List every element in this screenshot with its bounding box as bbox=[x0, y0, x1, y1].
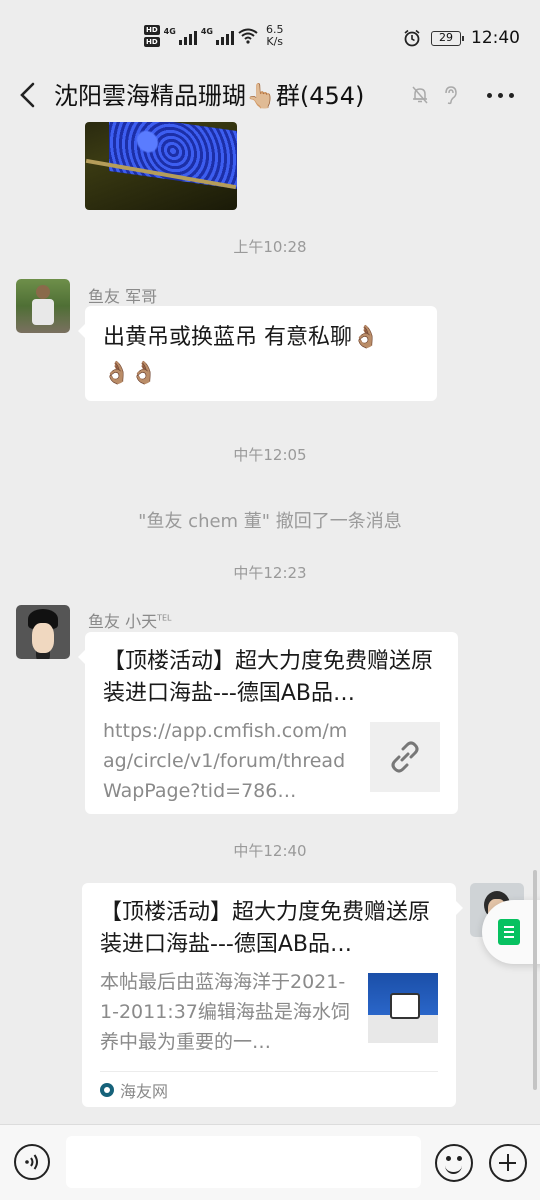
timestamp: 中午12:23 bbox=[233, 564, 307, 582]
hd-badge: HD bbox=[144, 37, 160, 47]
avatar[interactable] bbox=[16, 279, 70, 333]
avatar[interactable] bbox=[16, 605, 70, 659]
clock: 12:40 bbox=[471, 28, 520, 48]
more-icon[interactable] bbox=[487, 93, 514, 98]
timestamp: 上午10:28 bbox=[233, 238, 307, 256]
status-bar: HD HD 4G 4G 6.5 K/s 29 12:40 bbox=[0, 0, 540, 70]
signal-type: 4G bbox=[200, 27, 213, 36]
chat-header: 沈阳雲海精品珊瑚👆🏼群(454) bbox=[0, 70, 540, 122]
sender-suffix: TEL bbox=[157, 613, 172, 623]
recall-notice: "鱼友 chem 董" 撤回了一条消息 bbox=[138, 511, 402, 532]
text-message[interactable]: 出黄吊或换蓝吊 有意私聊👌🏽 👌🏽👌🏽 bbox=[78, 306, 437, 401]
voice-icon[interactable] bbox=[14, 1144, 50, 1180]
link-description: 本帖最后由蓝海海洋于2021-1-2011:37编辑海盐是海水饲养中最为重要的一… bbox=[100, 971, 350, 1053]
alarm-icon bbox=[404, 29, 420, 47]
sender-name: 鱼友 小天TEL bbox=[88, 608, 172, 632]
signal-icon: 4G bbox=[201, 27, 234, 45]
emoji: 👌🏽👌🏽 bbox=[103, 361, 158, 386]
link-title: 【顶楼活动】超大力度免费赠送原装进口海盐---德国AB品… bbox=[103, 649, 433, 706]
back-arrow-icon[interactable] bbox=[16, 80, 40, 110]
link-url: https://app.cmfish.com/mag/circle/v1/for… bbox=[103, 720, 348, 802]
title-status-icons bbox=[410, 85, 460, 105]
wifi-icon bbox=[238, 28, 258, 44]
sender-name: 鱼友 军哥 bbox=[88, 287, 158, 306]
link-card[interactable]: 【顶楼活动】超大力度免费赠送原装进口海盐---德国AB品… 本帖最后由蓝海海洋于… bbox=[82, 883, 463, 1107]
net-speed: 6.5 K/s bbox=[266, 24, 284, 48]
timestamp: 中午12:40 bbox=[233, 842, 307, 860]
message-text: 出黄吊或换蓝吊 有意私聊 bbox=[103, 325, 352, 350]
link-thumb bbox=[370, 722, 440, 792]
status-right: 29 12:40 bbox=[403, 28, 520, 48]
hd-badges: HD HD bbox=[144, 25, 160, 47]
status-left: HD HD 4G 4G 6.5 K/s bbox=[144, 24, 283, 48]
hd-badge: HD bbox=[144, 25, 160, 35]
emoji: 👌🏽 bbox=[352, 325, 380, 350]
link-source: 海友网 bbox=[100, 1071, 438, 1107]
mute-bell-icon bbox=[412, 86, 428, 104]
signal-type: 4G bbox=[163, 27, 176, 36]
link-title: 【顶楼活动】超大力度免费赠送原装进口海盐---德国AB品… bbox=[100, 900, 430, 957]
link-thumbnail bbox=[368, 973, 438, 1043]
net-speed-unit: K/s bbox=[266, 35, 284, 48]
ear-icon bbox=[445, 86, 457, 105]
link-body: 本帖最后由蓝海海洋于2021-1-2011:37编辑海盐是海水饲养中最为重要的一… bbox=[100, 967, 438, 1057]
doc-icon bbox=[498, 919, 520, 945]
message-input[interactable] bbox=[66, 1136, 421, 1188]
chat-title: 沈阳雲海精品珊瑚👆🏼群(454) bbox=[54, 82, 365, 110]
emoji-icon[interactable] bbox=[435, 1144, 473, 1182]
battery-icon: 29 bbox=[431, 30, 464, 46]
source-name: 海友网 bbox=[120, 1081, 169, 1101]
link-card[interactable]: 【顶楼活动】超大力度免费赠送原装进口海盐---德国AB品… https://ap… bbox=[78, 632, 458, 814]
signal-icon: 4G bbox=[164, 27, 197, 45]
input-bar bbox=[0, 1124, 540, 1200]
scrollbar[interactable] bbox=[533, 870, 537, 1090]
link-icon bbox=[391, 741, 419, 773]
plus-icon[interactable] bbox=[489, 1144, 527, 1182]
timestamp: 中午12:05 bbox=[233, 446, 307, 464]
link-body: https://app.cmfish.com/mag/circle/v1/for… bbox=[103, 716, 440, 806]
image-message[interactable] bbox=[85, 122, 237, 210]
floating-doc-button[interactable] bbox=[482, 900, 540, 964]
sender-name-text: 鱼友 小天 bbox=[88, 612, 158, 631]
source-logo-icon bbox=[100, 1082, 114, 1097]
